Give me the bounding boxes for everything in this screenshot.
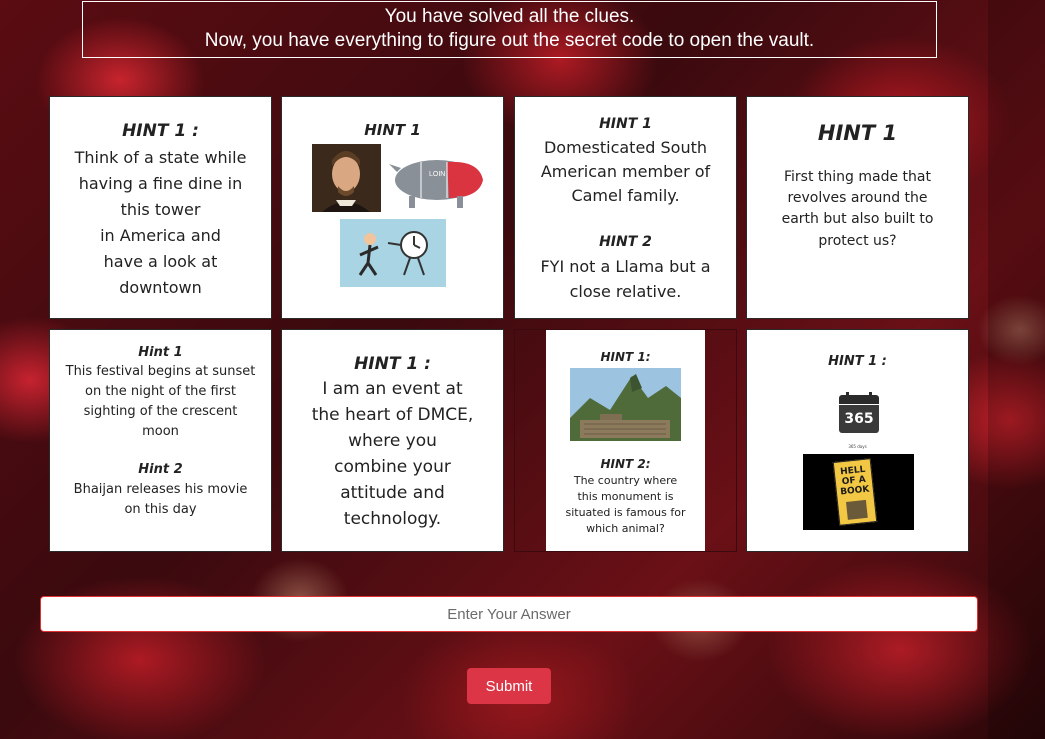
hint-line: have a look at	[103, 252, 218, 271]
book-title: HELL OF A BOOK	[834, 459, 873, 498]
man-running-from-clock-image	[340, 219, 446, 287]
hint-line: The country where	[573, 474, 678, 487]
calendar-caption: 365 days	[848, 444, 867, 449]
success-banner: You have solved all the clues. Now, you …	[82, 1, 937, 58]
hint-line: First thing made that	[784, 169, 931, 185]
hint-line: revolves around the	[787, 190, 928, 206]
answer-input[interactable]	[40, 596, 978, 632]
hint-heading: HINT 1	[599, 116, 652, 132]
hint-line: protect us?	[818, 233, 897, 249]
pig-cuts-diagram-image: LOIN	[389, 160, 483, 208]
hint-heading: HINT 1:	[600, 350, 651, 364]
calendar-ring	[869, 392, 872, 399]
calendar-ring	[846, 392, 849, 399]
hint-card-7: HINT 1: HINT 2: The country where this m…	[514, 329, 737, 552]
hint-line: this tower	[120, 200, 201, 219]
hint-line: where you	[348, 431, 437, 451]
machu-picchu-image	[570, 368, 681, 441]
book-cover: HELL OF A BOOK	[832, 458, 878, 526]
hint-line: situated is famous for	[565, 506, 686, 519]
hint-line: on the night of the first	[85, 384, 236, 399]
hint-card-3: HINT 1 Domesticated South American membe…	[514, 96, 737, 319]
hint-heading-2: HINT 2	[599, 234, 652, 250]
submit-button[interactable]: Submit	[467, 668, 551, 704]
hint-line: Domesticated South	[543, 138, 708, 157]
hint-line: I am an event at	[322, 379, 463, 399]
book-image: HELL OF A BOOK	[803, 454, 914, 530]
hint-heading: HINT 1	[817, 121, 898, 145]
hint-line: downtown	[119, 278, 202, 297]
hint-heading: HINT 1 :	[122, 121, 199, 141]
hint-line: Bhaijan releases his movie	[73, 482, 248, 497]
hint-line: on this day	[124, 502, 197, 517]
hint-line: having a fine dine in	[78, 174, 243, 193]
hint-line: moon	[142, 424, 179, 439]
hint-line: This festival begins at sunset	[65, 364, 256, 379]
hint-line: Camel family.	[571, 186, 680, 205]
hint-line: American member of	[540, 162, 711, 181]
hint-line: FYI not a Llama but a	[540, 257, 711, 276]
hint-card-7-panel: HINT 1: HINT 2: The country where this m…	[546, 330, 705, 551]
banner-line-2: Now, you have everything to figure out t…	[204, 30, 815, 51]
hint-line: in America and	[100, 226, 221, 245]
background-strip	[988, 0, 1045, 739]
hint-heading: Hint 1	[138, 345, 183, 360]
hint-card-4: HINT 1 First thing made that revolves ar…	[746, 96, 969, 319]
calendar-number: 365	[839, 405, 879, 433]
calendar-icon: 365	[839, 392, 879, 433]
hint-heading: HINT 1 :	[354, 354, 431, 374]
hint-line: sighting of the crescent	[83, 404, 238, 419]
hint-line: earth but also built to	[781, 211, 934, 227]
banner-line-1: You have solved all the clues.	[384, 6, 635, 27]
book-illustration	[845, 499, 868, 520]
hint-heading-2: HINT 2:	[600, 457, 651, 471]
hint-line: Think of a state while	[74, 148, 247, 167]
hint-card-5: Hint 1 This festival begins at sunset on…	[49, 329, 272, 552]
hint-line: the heart of DMCE,	[311, 405, 474, 425]
hint-heading: HINT 1	[364, 121, 421, 139]
hint-heading-2: Hint 2	[138, 462, 183, 477]
pig-label: LOIN	[429, 171, 445, 178]
hint-line: technology.	[343, 509, 442, 529]
hint-card-1: HINT 1 : Think of a state while having a…	[49, 96, 272, 319]
hint-card-6: HINT 1 : I am an event at the heart of D…	[281, 329, 504, 552]
hint-line: close relative.	[569, 282, 682, 301]
hint-line: which animal?	[586, 522, 665, 535]
hint-line: combine your	[334, 457, 451, 477]
hint-card-2: HINT 1 LOIN	[281, 96, 504, 319]
shakespeare-portrait-image	[312, 144, 381, 212]
hint-line: this monument is	[577, 490, 674, 503]
hint-card-8: HINT 1 : 365 365 days HELL OF A BOOK	[746, 329, 969, 552]
hint-line: attitude and	[340, 483, 445, 503]
calendar-top	[839, 395, 879, 404]
hint-heading: HINT 1 :	[828, 354, 887, 369]
